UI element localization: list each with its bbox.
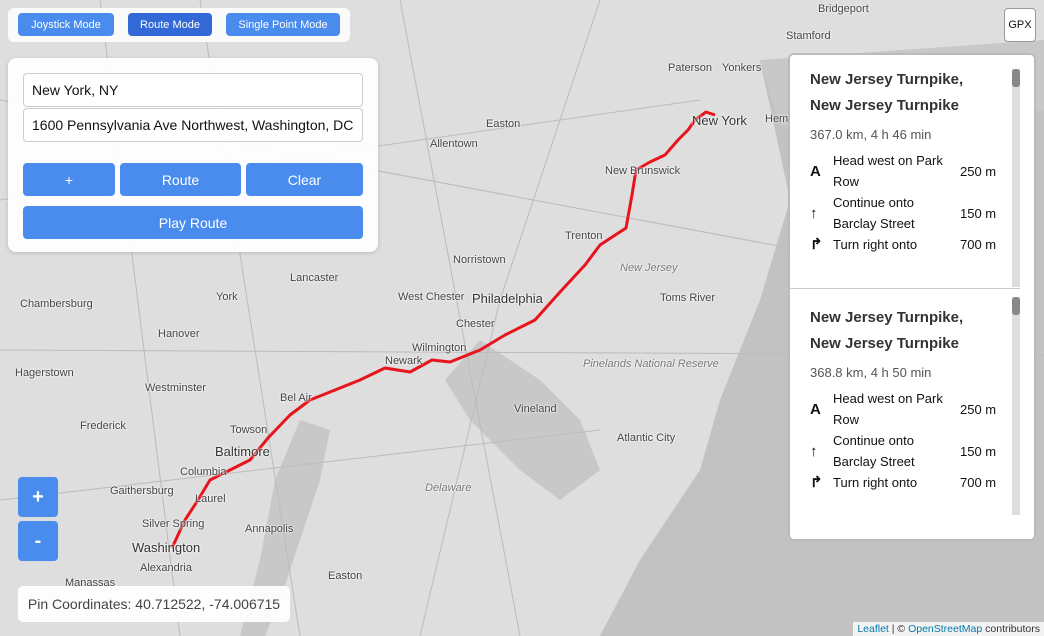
route-step: A Head west on Park Row 250 m <box>810 150 1020 192</box>
map-place-label: Silver Spring <box>142 518 205 530</box>
map-place-label: Bridgeport <box>818 3 869 15</box>
destination-input[interactable]: 1600 Pennsylvania Ave Northwest, Washing… <box>23 108 363 142</box>
map-place-label: Atlantic City <box>617 432 676 444</box>
map-place-label: Alexandria <box>140 562 192 574</box>
map-place-label: Paterson <box>668 62 713 74</box>
map-place-label: Laurel <box>195 493 226 505</box>
route-alternatives-panel: New Jersey Turnpike, New Jersey Turnpike … <box>788 53 1036 541</box>
map-place-label: Bel Air <box>280 392 312 404</box>
map-place-label: Frederick <box>80 420 126 432</box>
route-title: New Jersey Turnpike, <box>810 309 964 326</box>
step-text: Head west on Park Row <box>833 153 943 189</box>
leaflet-link[interactable]: Leaflet <box>857 623 889 635</box>
map-place-label: Wilmington <box>412 342 467 354</box>
scrollbar[interactable] <box>1012 297 1020 515</box>
route-panel: New York, NY 1600 Pennsylvania Ave North… <box>8 58 378 252</box>
map-place-label: Hanover <box>158 328 200 340</box>
map-place-label: Delaware <box>425 482 472 494</box>
mode-toolbar: Joystick Mode Route Mode Single Point Mo… <box>8 8 350 42</box>
route-title: New Jersey Turnpike <box>810 97 959 114</box>
map-place-label: Yonkers <box>722 62 762 74</box>
map-attribution: Leaflet | © OpenStreetMap contributors <box>853 622 1044 636</box>
route-mode-button[interactable]: Route Mode <box>128 13 212 36</box>
step-distance: 700 m <box>960 237 997 252</box>
zoom-out-button[interactable]: - <box>18 521 58 561</box>
map-place-label: Columbia <box>180 466 227 478</box>
step-text: Turn right onto <box>833 237 918 252</box>
play-route-button[interactable]: Play Route <box>23 206 363 239</box>
route-step: ↑ Continue onto Barclay Street 150 m <box>810 192 1020 234</box>
route-step: ↱ Turn right onto 700 m <box>810 234 1020 255</box>
start-icon: A <box>810 162 821 180</box>
turn-right-icon: ↱ <box>810 474 823 491</box>
step-distance: 150 m <box>960 443 997 459</box>
route-title: New Jersey Turnpike, <box>810 71 964 88</box>
attribution-suffix: contributors <box>982 623 1040 635</box>
map-place-label: Easton <box>328 570 363 582</box>
map-place-label: Lancaster <box>290 272 339 284</box>
step-text: Turn right onto <box>833 475 918 490</box>
map-place-label: Westminster <box>145 382 206 394</box>
step-text: Head west on Park Row <box>833 391 943 427</box>
map-place-label: Gaithersburg <box>110 485 174 497</box>
map-place-label: Easton <box>486 118 521 130</box>
map-place-label: Newark <box>385 355 423 367</box>
route-step: A Head west on Park Row 250 m <box>810 388 1020 430</box>
map-place-label: Baltimore <box>215 444 270 459</box>
step-text: Continue onto Barclay Street <box>833 433 915 469</box>
start-location-input[interactable]: New York, NY <box>23 73 363 107</box>
map-place-label: Stamford <box>786 30 831 42</box>
route-title: New Jersey Turnpike <box>810 335 959 352</box>
map-place-label: New Brunswick <box>605 165 681 177</box>
step-distance: 700 m <box>960 475 997 490</box>
route-alternative[interactable]: New Jersey Turnpike, New Jersey Turnpike … <box>790 55 1020 289</box>
zoom-in-button[interactable]: + <box>18 477 58 517</box>
clear-button[interactable]: Clear <box>246 163 363 196</box>
map-place-label: Trenton <box>565 230 603 242</box>
map-place-label: Chambersburg <box>20 298 93 310</box>
osm-link[interactable]: OpenStreetMap <box>908 623 982 635</box>
step-text: Continue onto Barclay Street <box>833 195 915 231</box>
map-place-label: Washington <box>132 540 201 555</box>
route-summary: 367.0 km, 4 h 46 min <box>810 127 932 142</box>
scrollbar[interactable] <box>1012 69 1020 287</box>
turn-right-icon: ↱ <box>810 236 823 253</box>
route-summary: 368.8 km, 4 h 50 min <box>810 365 932 380</box>
route-alternative[interactable]: New Jersey Turnpike, New Jersey Turnpike … <box>790 293 1020 517</box>
map-place-label: Pinelands National Reserve <box>583 358 719 370</box>
map-place-label: Chester <box>456 318 495 330</box>
single-point-mode-button[interactable]: Single Point Mode <box>226 13 340 36</box>
map-place-label: Annapolis <box>245 523 294 535</box>
straight-arrow-icon: ↑ <box>810 442 818 460</box>
route-step: ↑ Continue onto Barclay Street 150 m <box>810 430 1020 472</box>
pin-coordinates: Pin Coordinates: 40.712522, -74.006715 <box>18 586 290 622</box>
start-icon: A <box>810 400 821 418</box>
step-distance: 250 m <box>960 401 997 417</box>
map-place-label: New York <box>692 113 747 128</box>
attribution-separator: | © <box>888 623 909 635</box>
map-place-label: Toms River <box>660 292 716 304</box>
route-step: ↱ Turn right onto 700 m <box>810 472 1020 493</box>
map-place-label: Towson <box>230 424 268 436</box>
map-place-label: Hagerstown <box>15 367 74 379</box>
route-button[interactable]: Route <box>120 163 241 196</box>
step-distance: 250 m <box>960 163 997 179</box>
map-place-label: Norristown <box>453 254 506 266</box>
map-place-label: West Chester <box>398 291 465 303</box>
map-place-label: Vineland <box>514 403 557 415</box>
step-distance: 150 m <box>960 205 997 221</box>
map-place-label: New Jersey <box>620 262 678 274</box>
joystick-mode-button[interactable]: Joystick Mode <box>18 13 114 36</box>
map-place-label: Allentown <box>430 138 478 150</box>
straight-arrow-icon: ↑ <box>810 204 818 222</box>
map-place-label: Philadelphia <box>472 291 543 306</box>
add-waypoint-button[interactable]: + <box>23 163 115 196</box>
map-place-label: York <box>216 291 238 303</box>
gpx-button[interactable]: GPX <box>1004 8 1036 42</box>
